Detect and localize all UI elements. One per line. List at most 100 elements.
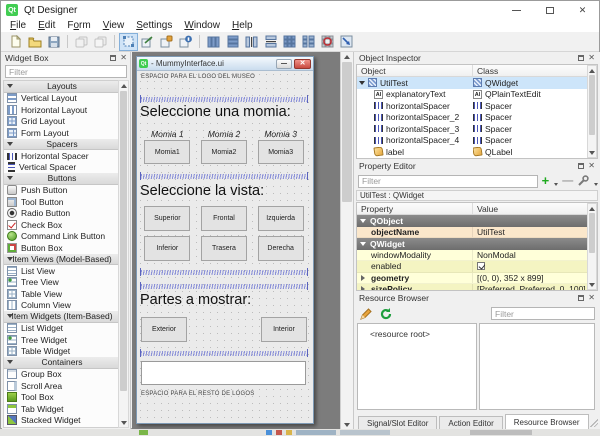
widget-column-view[interactable]: Column View xyxy=(4,300,120,312)
object-inspector-row[interactable]: horizontalSpacer_2Spacer xyxy=(357,112,597,124)
close-dock-icon[interactable]: ✕ xyxy=(588,163,595,169)
mdi-vertical-scrollbar[interactable] xyxy=(340,52,353,429)
close-dock-icon[interactable]: ✕ xyxy=(588,55,595,61)
property-value-cell[interactable]: NonModal xyxy=(473,250,516,261)
horizontal-spacer[interactable] xyxy=(140,95,308,103)
button-momia3[interactable]: Momia3 xyxy=(258,140,304,164)
resource-tree-pane[interactable]: <resource root> xyxy=(357,323,477,410)
widget-tool-box[interactable]: Tool Box xyxy=(4,392,120,404)
widget-vertical-layout[interactable]: Vertical Layout xyxy=(4,93,120,105)
horizontal-spacer[interactable] xyxy=(140,172,308,180)
widget-box-section-item-views-model-based[interactable]: Item Views (Model-Based) xyxy=(4,254,120,266)
widget-button-box[interactable]: Button Box xyxy=(4,242,120,254)
layout-horizontal-splitter-icon[interactable] xyxy=(242,33,261,51)
layout-vertical-splitter-icon[interactable] xyxy=(261,33,280,51)
property-row-enabled[interactable]: enabled xyxy=(357,261,597,273)
menu-edit[interactable]: Edit xyxy=(32,20,61,31)
button-exterior[interactable]: Exterior xyxy=(141,317,187,342)
close-dock-icon[interactable]: ✕ xyxy=(588,295,595,301)
menu-file[interactable]: File xyxy=(4,20,32,31)
object-inspector-row[interactable]: horizontalSpacerSpacer xyxy=(357,100,597,112)
property-column-header[interactable]: Property xyxy=(357,203,473,214)
layout-grid-icon[interactable] xyxy=(280,33,299,51)
object-column-header[interactable]: Object xyxy=(357,65,473,76)
copy-icon[interactable] xyxy=(72,33,91,51)
widget-group-box[interactable]: Group Box xyxy=(4,369,120,381)
form-close-button[interactable]: ✕ xyxy=(294,59,311,69)
expander-icon[interactable] xyxy=(361,275,365,281)
property-value-cell[interactable]: [Preferred, Preferred, 0, 100] xyxy=(473,284,586,291)
form-titlebar[interactable]: Qt - MummyInterface.ui ✕ xyxy=(137,57,313,71)
property-row-objectname[interactable]: objectNameUtilTest xyxy=(357,227,597,239)
menu-form[interactable]: Form xyxy=(61,20,96,31)
checkbox-checked-icon[interactable] xyxy=(477,262,485,270)
expander-icon[interactable] xyxy=(359,81,365,85)
object-inspector-row[interactable]: labelQLabel xyxy=(357,146,597,158)
button-momia1[interactable]: Momia1 xyxy=(144,140,190,164)
property-section-qwidget[interactable]: QWidget xyxy=(357,238,597,250)
property-editor-scrollbar[interactable] xyxy=(587,203,597,290)
layout-vertically-icon[interactable] xyxy=(223,33,242,51)
edit-tab-order-mode-icon[interactable] xyxy=(176,33,195,51)
widget-box-section-item-widgets-item-based[interactable]: Item Widgets (Item-Based) xyxy=(4,311,120,323)
widget-radio-button[interactable]: Radio Button xyxy=(4,208,120,220)
widget-check-box[interactable]: Check Box xyxy=(4,219,120,231)
resource-filter-input[interactable] xyxy=(491,307,595,320)
edit-buddies-mode-icon[interactable] xyxy=(157,33,176,51)
widget-box-filter-input[interactable] xyxy=(5,65,127,78)
object-inspector-row[interactable]: horizontalSpacer_3Spacer xyxy=(357,123,597,135)
layout-form-icon[interactable] xyxy=(299,33,318,51)
paste-icon[interactable] xyxy=(91,33,110,51)
save-form-icon[interactable] xyxy=(44,33,63,51)
resource-root-item[interactable]: <resource root> xyxy=(358,324,476,339)
widget-push-button[interactable]: Push Button xyxy=(4,185,120,197)
tab-resource-browser[interactable]: Resource Browser xyxy=(505,414,589,429)
button-interior[interactable]: Interior xyxy=(261,317,307,342)
widget-vertical-spacer[interactable]: Vertical Spacer xyxy=(4,162,120,174)
float-dock-icon[interactable] xyxy=(578,295,584,301)
close-button[interactable]: ✕ xyxy=(566,1,599,19)
widget-list-widget[interactable]: List Widget xyxy=(4,323,120,335)
edit-resources-pencil-icon[interactable] xyxy=(359,307,373,321)
object-inspector-row[interactable]: labelRow1QLabel xyxy=(357,158,597,160)
minimize-button[interactable] xyxy=(500,1,533,19)
menu-help[interactable]: Help xyxy=(226,20,259,31)
widget-box-section-buttons[interactable]: Buttons xyxy=(4,173,120,185)
edit-signals-slots-mode-icon[interactable] xyxy=(138,33,157,51)
widget-horizontal-spacer[interactable]: Horizontal Spacer xyxy=(4,150,120,162)
widget-table-view[interactable]: Table View xyxy=(4,288,120,300)
adjust-size-icon[interactable] xyxy=(337,33,356,51)
widget-tree-widget[interactable]: Tree Widget xyxy=(4,334,120,346)
widget-command-link-button[interactable]: Command Link Button xyxy=(4,231,120,243)
configure-property-editor-icon[interactable] xyxy=(577,175,589,187)
layout-horizontally-icon[interactable] xyxy=(204,33,223,51)
object-inspector-row[interactable]: horizontalSpacer_4Spacer xyxy=(357,135,597,147)
class-column-header[interactable]: Class xyxy=(473,65,597,76)
close-dock-icon[interactable]: ✕ xyxy=(120,55,127,61)
float-dock-icon[interactable] xyxy=(578,163,584,169)
break-layout-icon[interactable] xyxy=(318,33,337,51)
button-superior[interactable]: Superior xyxy=(144,206,190,231)
object-inspector-scrollbar[interactable] xyxy=(587,65,597,158)
horizontal-spacer[interactable] xyxy=(140,282,308,290)
widget-grid-layout[interactable]: Grid Layout xyxy=(4,116,120,128)
widget-tree-view[interactable]: Tree View xyxy=(4,277,120,289)
horizontal-spacer[interactable] xyxy=(140,268,308,276)
float-dock-icon[interactable] xyxy=(110,55,116,61)
reload-resources-icon[interactable] xyxy=(379,307,393,321)
form-minimize-button[interactable] xyxy=(276,59,292,69)
widget-horizontal-layout[interactable]: Horizontal Layout xyxy=(4,104,120,116)
widget-tool-button[interactable]: Tool Button xyxy=(4,196,120,208)
button-momia2[interactable]: Momia2 xyxy=(201,140,247,164)
property-row-geometry[interactable]: geometry[(0, 0), 352 x 899] xyxy=(357,273,597,285)
property-value-cell[interactable] xyxy=(473,261,485,272)
button-derecha[interactable]: Derecha xyxy=(258,236,304,261)
widget-list-view[interactable]: List View xyxy=(4,265,120,277)
button-trasera[interactable]: Trasera xyxy=(201,236,247,261)
widget-stacked-widget[interactable]: Stacked Widget xyxy=(4,415,120,427)
widget-box-scrollbar[interactable] xyxy=(118,80,129,428)
tab-signal-slot-editor[interactable]: Signal/Slot Editor xyxy=(358,416,437,429)
edit-widgets-mode-icon[interactable] xyxy=(119,33,138,51)
widget-tab-widget[interactable]: Tab Widget xyxy=(4,403,120,415)
resource-items-pane[interactable] xyxy=(479,323,595,410)
